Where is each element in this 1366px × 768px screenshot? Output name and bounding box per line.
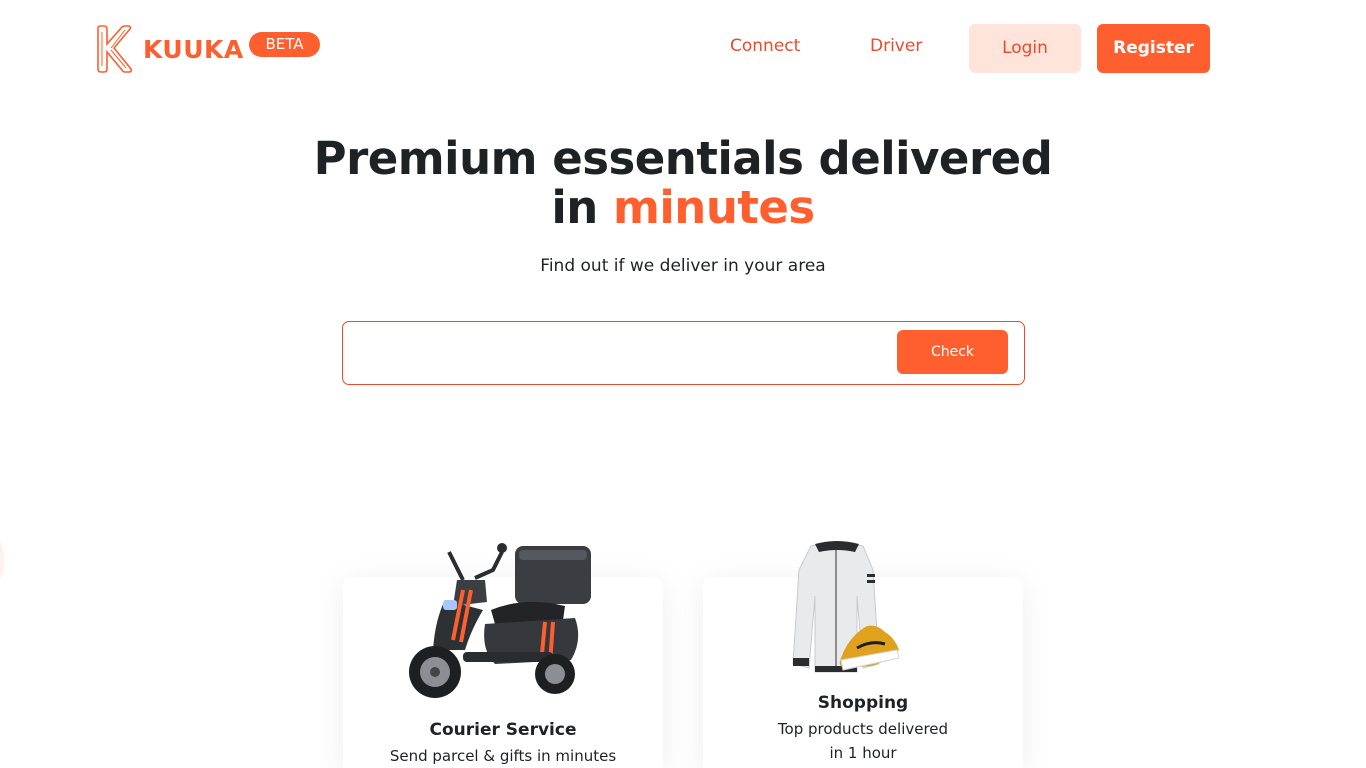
hero-title: Premium essentials delivered in minutes	[0, 134, 1366, 232]
hero-title-line1: Premium essentials delivered	[313, 132, 1053, 185]
nav-connect-link[interactable]: Connect	[730, 36, 800, 56]
hero-subtitle: Find out if we deliver in your area	[540, 256, 826, 276]
brand-logo[interactable]: KUUKA	[95, 24, 244, 74]
nav-driver-link[interactable]: Driver	[870, 36, 922, 56]
area-search-box: Check	[342, 321, 1025, 385]
hero-title-line2-prefix: in	[551, 181, 613, 234]
shopping-card-description-line1: Top products delivered	[777, 720, 949, 738]
beta-badge: BETA	[249, 32, 320, 57]
courier-card-title: Courier Service	[429, 720, 577, 740]
scooter-image	[409, 543, 591, 698]
hero-title-accent: minutes	[612, 181, 815, 234]
check-button[interactable]: Check	[897, 330, 1008, 374]
shopping-card-title: Shopping	[817, 693, 909, 713]
kuuka-logo-icon	[97, 25, 133, 73]
shopping-card-description-line2: in 1 hour	[829, 744, 897, 762]
apparel-image	[792, 541, 900, 673]
area-search-input[interactable]	[357, 332, 887, 376]
site-header: KUUKA BETA Connect Driver Login Register	[0, 0, 1366, 96]
register-button[interactable]: Register	[1097, 24, 1210, 73]
courier-card-description: Send parcel & gifts in minutes	[389, 747, 617, 765]
brand-name: KUUKA	[143, 34, 244, 64]
login-button[interactable]: Login	[969, 24, 1081, 73]
decorative-edge-shape	[0, 540, 4, 580]
